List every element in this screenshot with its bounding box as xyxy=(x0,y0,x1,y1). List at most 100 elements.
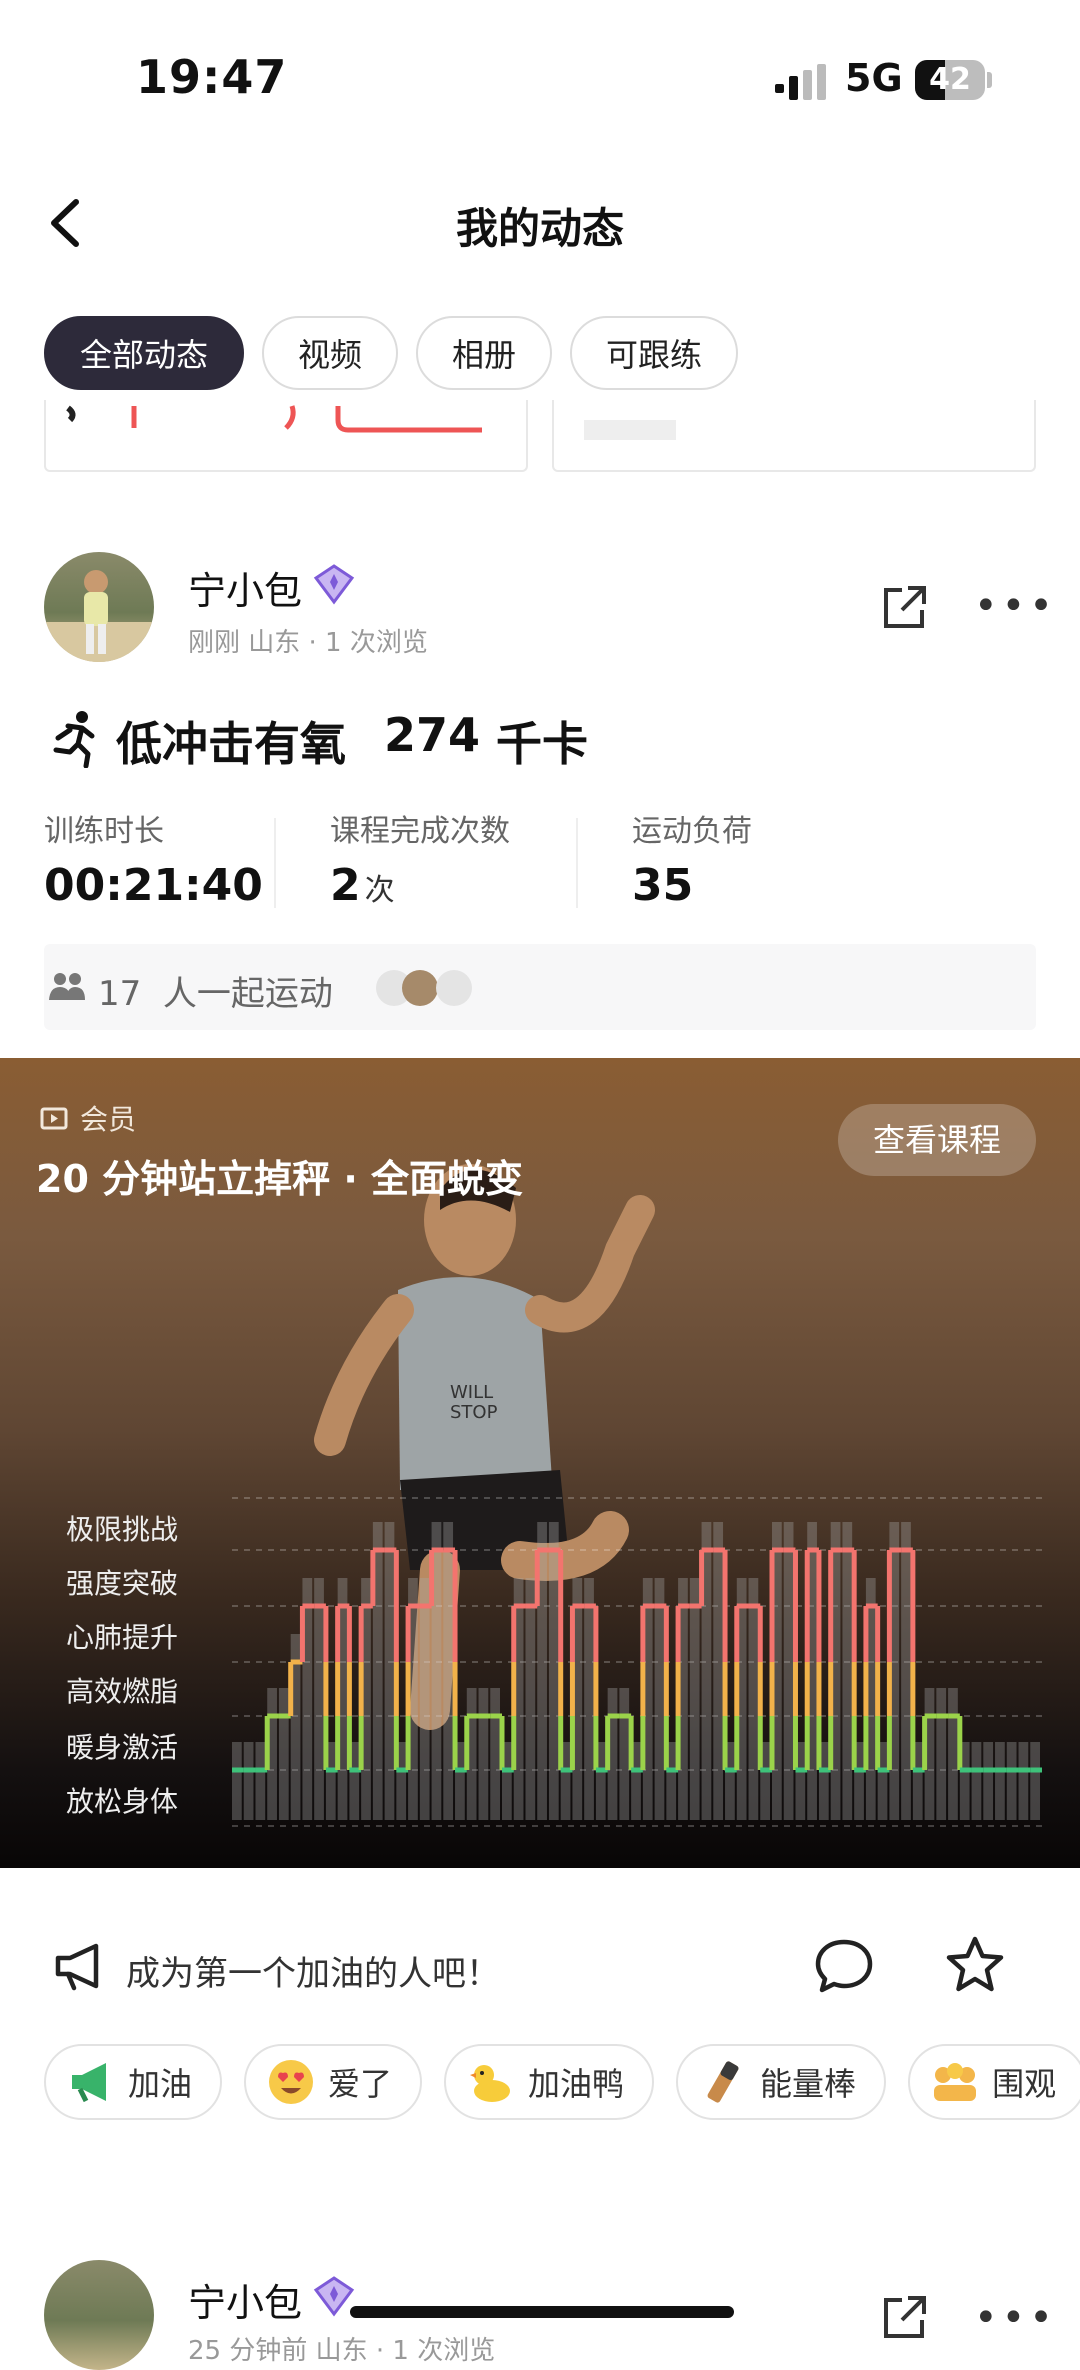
reaction-duck[interactable]: 加油鸭 xyxy=(444,2044,655,2120)
running-icon xyxy=(53,711,95,768)
stat-value-load-text: 35 xyxy=(632,860,694,911)
stat-unit-completions: 次 xyxy=(364,873,395,908)
level-label: 心肺提升 xyxy=(66,1621,179,1654)
together-count: 17 xyxy=(98,974,142,1014)
chart-column xyxy=(478,1688,489,1820)
member-icon xyxy=(40,1107,68,1130)
user-name[interactable]: 宁小包 xyxy=(188,2272,302,2327)
reaction-crowd[interactable]: 围观 xyxy=(908,2044,1080,2120)
home-indicator xyxy=(350,2306,734,2318)
chart-column xyxy=(971,1742,982,1820)
chart-column xyxy=(1018,1742,1029,1820)
chart-column xyxy=(936,1688,947,1820)
level-label: 高效燃脂 xyxy=(66,1675,179,1708)
chart-column xyxy=(419,1578,430,1820)
chart-column xyxy=(1006,1742,1017,1820)
chart-column xyxy=(689,1578,700,1820)
tab-follow-along[interactable]: 可跟练 xyxy=(570,316,739,390)
chart-column xyxy=(384,1522,395,1820)
signal-icon xyxy=(775,64,826,100)
level-label: 暖身激活 xyxy=(66,1731,179,1764)
share-icon[interactable] xyxy=(880,582,930,632)
stat-value-completions-text: 2 xyxy=(330,860,361,911)
chart-column xyxy=(525,1578,536,1820)
view-course-button[interactable]: 查看课程 xyxy=(838,1104,1036,1176)
tab-album[interactable]: 相册 xyxy=(416,316,553,390)
previous-card-right[interactable] xyxy=(552,400,1036,472)
workout-calories-unit: 千卡 xyxy=(496,717,588,771)
chart-column xyxy=(255,1742,266,1820)
previous-card-graphic xyxy=(584,420,676,440)
favorite-star-icon[interactable] xyxy=(944,1934,1006,1996)
chart-column xyxy=(232,1742,242,1820)
chart-column xyxy=(783,1522,794,1820)
reaction-love[interactable]: 爱了 xyxy=(244,2044,423,2120)
battery-level: 42 xyxy=(929,62,971,97)
reaction-label: 能量棒 xyxy=(760,2065,857,2103)
comment-icon[interactable] xyxy=(812,1936,876,1996)
reaction-label: 加油 xyxy=(128,2065,193,2103)
workout-calories: 274 xyxy=(384,708,481,762)
stat-label-completions: 课程完成次数 xyxy=(330,814,510,849)
chart-column xyxy=(1030,1742,1040,1820)
avatar[interactable] xyxy=(44,552,154,662)
reaction-energy-bar[interactable]: 能量棒 xyxy=(676,2044,887,2120)
crowd-icon xyxy=(934,2063,977,2101)
share-icon[interactable] xyxy=(880,2292,930,2342)
svg-text:STOP: STOP xyxy=(450,1402,498,1423)
participant-avatar xyxy=(402,970,438,1006)
chart-column xyxy=(654,1578,665,1820)
previous-card-graphic xyxy=(66,405,482,433)
more-icon[interactable]: ••• xyxy=(974,586,1057,626)
duck-icon xyxy=(470,2065,511,2102)
chart-column xyxy=(983,1742,994,1820)
energy-bar-icon xyxy=(707,2061,739,2103)
chart-column xyxy=(443,1522,454,1820)
user-name[interactable]: 宁小包 xyxy=(188,560,302,615)
megaphone-icon xyxy=(72,2063,106,2103)
chart-column xyxy=(948,1688,958,1820)
heart-eyes-icon xyxy=(269,2060,314,2104)
together-label: 人一起运动 xyxy=(162,974,333,1014)
avatar[interactable] xyxy=(44,2260,154,2370)
vip-diamond-icon xyxy=(313,564,355,605)
cheer-prompt[interactable]: 成为第一个加油的人吧！ xyxy=(126,1946,500,1995)
chart-column xyxy=(713,1522,724,1820)
stat-value-duration-text: 00:21:40 xyxy=(44,860,263,911)
workout-type: 低冲击有氧 xyxy=(116,717,346,771)
reaction-cheer[interactable]: 加油 xyxy=(44,2044,223,2120)
stat-divider xyxy=(274,818,276,908)
stat-value-load: 35 xyxy=(632,860,693,911)
people-icon xyxy=(49,973,85,1000)
reaction-label: 爱了 xyxy=(328,2065,393,2103)
participant-avatar xyxy=(436,970,472,1006)
battery-icon: 42 xyxy=(915,60,985,100)
network-type: 5G xyxy=(845,56,903,100)
reaction-label: 围观 xyxy=(992,2065,1057,2103)
tab-video[interactable]: 视频 xyxy=(262,316,399,390)
megaphone-icon xyxy=(55,1943,99,1991)
previous-card-left[interactable] xyxy=(44,400,528,472)
chart-column xyxy=(901,1522,911,1820)
level-label: 强度突破 xyxy=(66,1567,179,1600)
chart-column xyxy=(619,1688,630,1820)
chart-column xyxy=(314,1578,324,1820)
page-title: 我的动态 xyxy=(455,204,624,253)
chart-column xyxy=(995,1742,1005,1820)
intensity-chart xyxy=(232,1497,1044,1827)
stat-value-completions: 2次 xyxy=(330,860,395,911)
stat-label-load: 运动负荷 xyxy=(632,814,752,849)
post-meta: 刚刚 山东 · 1 次浏览 xyxy=(188,628,428,658)
tab-all[interactable]: 全部动态 xyxy=(44,316,245,390)
stat-label-duration: 训练时长 xyxy=(44,814,164,849)
chart-column xyxy=(548,1522,559,1820)
battery-tip xyxy=(987,72,992,88)
reaction-row: 加油 爱了 加油鸭 能量棒 围观 xyxy=(44,2044,1080,2120)
more-icon[interactable]: ••• xyxy=(974,2298,1057,2338)
post-meta: 25 分钟前 山东 · 1 次浏览 xyxy=(188,2336,496,2366)
level-label: 极限挑战 xyxy=(66,1513,179,1546)
chart-column xyxy=(490,1688,500,1820)
stat-divider xyxy=(576,818,578,908)
chart-column xyxy=(278,1688,289,1820)
filter-tabs: 全部动态 视频 相册 可跟练 xyxy=(44,316,739,390)
